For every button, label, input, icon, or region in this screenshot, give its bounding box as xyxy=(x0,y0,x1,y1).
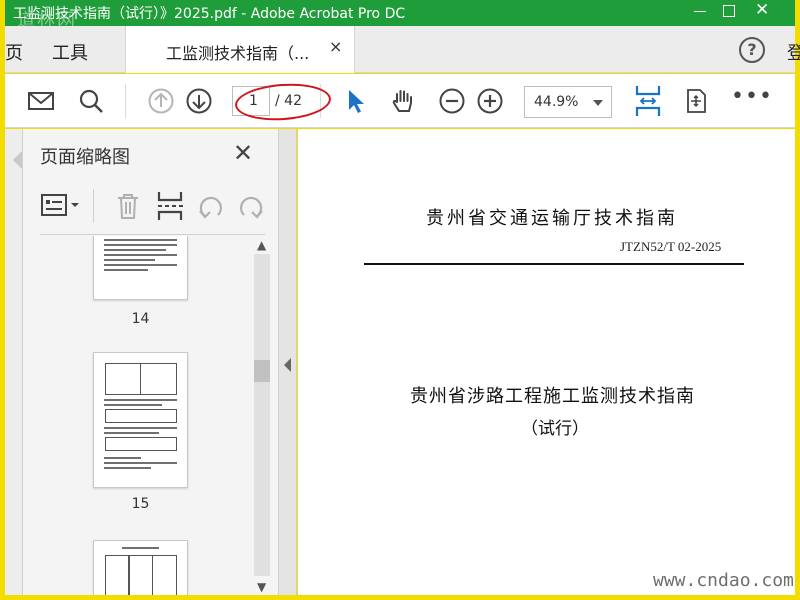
rotate-cw-icon[interactable] xyxy=(237,193,265,221)
expand-icon[interactable] xyxy=(682,87,710,115)
page-number-label: 15 xyxy=(131,496,150,512)
site-watermark: www.cndao.com xyxy=(653,570,794,591)
panel-toolbar xyxy=(40,187,265,227)
zoom-out-icon[interactable] xyxy=(438,87,466,115)
page-thumbnail[interactable] xyxy=(93,352,188,488)
panel-collapse-handle[interactable] xyxy=(279,129,297,595)
panel-divider xyxy=(93,189,94,223)
left-nav-strip xyxy=(5,129,23,595)
chevron-down-icon[interactable]: ▼ xyxy=(257,580,266,594)
page-thumbnail[interactable] xyxy=(93,540,188,595)
tab-home[interactable]: 页 xyxy=(5,39,23,65)
collapse-arrow-icon xyxy=(284,358,291,372)
close-window-icon[interactable]: ✕ xyxy=(755,0,769,20)
zoom-in-icon[interactable] xyxy=(476,87,504,115)
page-options-icon[interactable] xyxy=(40,193,80,219)
document-subtitle: （试行） xyxy=(521,419,589,439)
close-tab-icon[interactable]: × xyxy=(329,37,342,56)
close-panel-icon[interactable]: ✕ xyxy=(233,139,253,167)
scrollbar-thumb[interactable] xyxy=(254,360,270,382)
signin-button[interactable]: 登 xyxy=(787,39,800,65)
panel-pointer-icon xyxy=(13,151,22,169)
hand-icon[interactable] xyxy=(389,87,417,115)
page-thumbnail[interactable] xyxy=(93,236,188,300)
toolbar-divider xyxy=(125,84,126,118)
chevron-up-icon[interactable]: ▲ xyxy=(257,238,266,252)
page-number-label: 14 xyxy=(131,311,150,327)
main-toolbar: 1 / 42 44.9% ••• xyxy=(5,74,795,128)
scrollbar-track[interactable] xyxy=(254,254,270,576)
document-code: JTZN52/T 02-2025 xyxy=(620,239,722,254)
mail-icon[interactable] xyxy=(27,87,55,115)
tab-document-label: 工监测技术指南（... xyxy=(166,44,310,63)
document-view[interactable]: 贵州省交通运输厅技术指南 JTZN52/T 02-2025 贵州省涉路工程施工监… xyxy=(298,129,795,595)
header-rule xyxy=(364,263,744,265)
prev-page-icon[interactable] xyxy=(147,87,175,115)
next-page-icon[interactable] xyxy=(185,87,213,115)
tab-bar: 页 工具 工监测技术指南（... × ? 登 xyxy=(5,26,800,73)
zoom-select[interactable]: 44.9% xyxy=(524,86,612,118)
zoom-value: 44.9% xyxy=(534,94,579,110)
maximize-icon[interactable] xyxy=(723,5,735,17)
thumbnail-panel: 页面缩略图 ✕ 14 15 ▲ ▼ xyxy=(23,129,279,595)
delete-icon[interactable] xyxy=(115,192,141,220)
more-icon[interactable]: ••• xyxy=(731,84,773,109)
chevron-down-icon xyxy=(593,100,603,106)
panel-divider xyxy=(40,234,265,235)
title-bar: 道林网 工监测技术指南（试行）》2025.pdf - Adobe Acrobat… xyxy=(5,0,795,31)
document-header: 贵州省交通运输厅技术指南 xyxy=(426,208,678,229)
tab-document[interactable]: 工监测技术指南（... × xyxy=(125,26,355,73)
help-icon[interactable]: ? xyxy=(739,37,765,63)
thumbnail-scrollbar[interactable]: ▲ ▼ xyxy=(252,236,272,595)
tab-tools[interactable]: 工具 xyxy=(52,39,88,65)
window-title: 工监测技术指南（试行）》2025.pdf - Adobe Acrobat Pro… xyxy=(13,6,406,22)
rotate-ccw-icon[interactable] xyxy=(197,193,225,221)
insert-page-icon[interactable] xyxy=(156,190,184,222)
panel-title: 页面缩略图 xyxy=(40,147,130,168)
fit-width-icon[interactable] xyxy=(633,84,663,118)
document-title: 贵州省涉路工程施工监测技术指南 xyxy=(410,386,695,407)
search-icon[interactable] xyxy=(77,87,105,115)
select-cursor-icon[interactable] xyxy=(341,87,369,115)
thumbnail-list: 14 15 xyxy=(40,236,251,595)
minimize-icon[interactable] xyxy=(693,4,707,18)
